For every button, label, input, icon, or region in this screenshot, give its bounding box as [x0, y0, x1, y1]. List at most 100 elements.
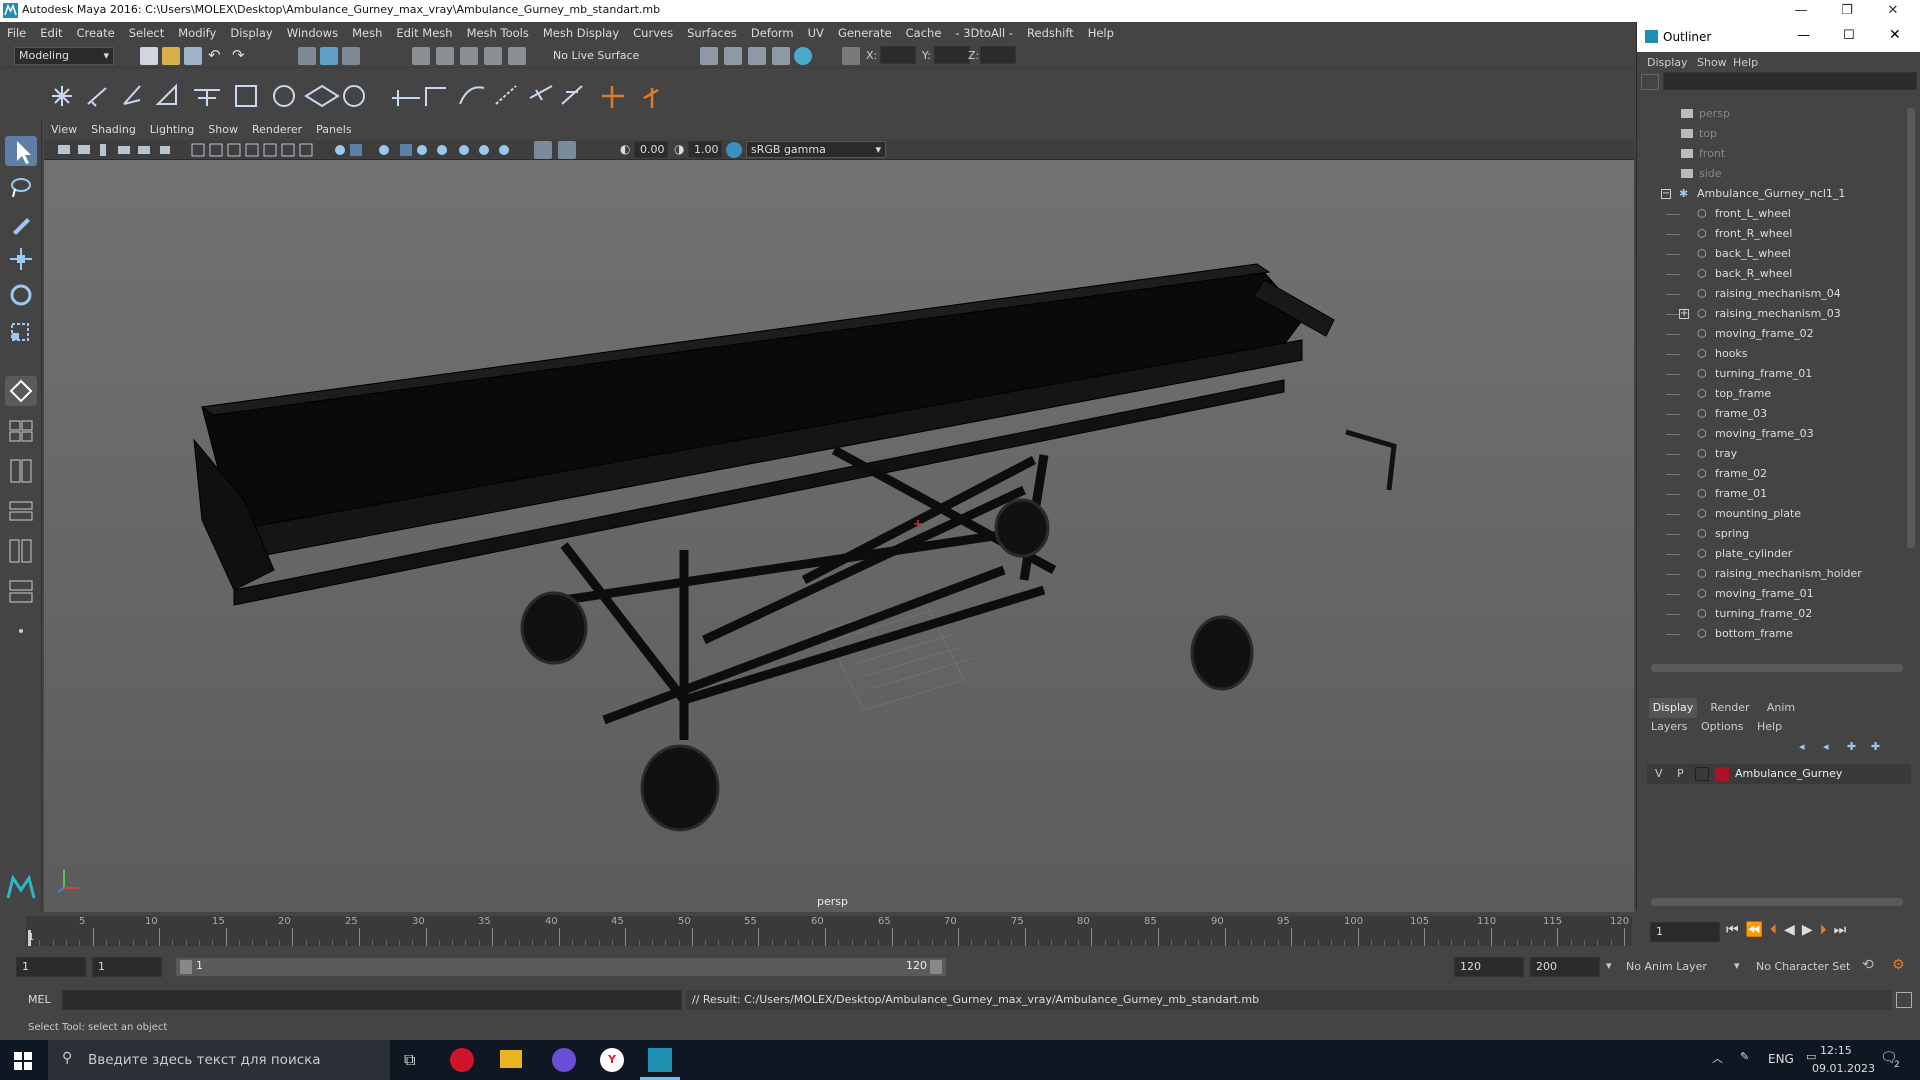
outliner-item-camera[interactable]: top — [1645, 124, 1907, 144]
color-management-icon[interactable] — [726, 142, 742, 158]
select-component-icon[interactable] — [342, 47, 360, 65]
move-layer-down-icon[interactable]: ◂ — [1823, 740, 1829, 753]
menu-mesh[interactable]: Mesh — [345, 22, 389, 44]
outliner-item[interactable]: ⬡ turning_frame_01 — [1645, 364, 1907, 384]
yandex-browser-icon[interactable]: Y — [600, 1048, 624, 1072]
save-scene-icon[interactable] — [184, 47, 202, 65]
ipr-render-icon[interactable] — [724, 47, 742, 65]
layout-graph-icon[interactable] — [5, 536, 37, 566]
hypershade-icon[interactable] — [772, 47, 790, 65]
tab-display[interactable]: Display — [1649, 698, 1697, 718]
step-forward-frame-icon[interactable]: ⏵ — [1820, 922, 1834, 938]
show-manipulator-icon[interactable] — [5, 376, 37, 406]
outliner-horizontal-scrollbar[interactable] — [1651, 664, 1903, 672]
layer-horizontal-scrollbar[interactable] — [1651, 898, 1903, 906]
outliner-item[interactable]: ⬡ turning_frame_02 — [1645, 604, 1907, 624]
render-settings-icon[interactable] — [748, 47, 766, 65]
outliner-filter-icon[interactable] — [1641, 74, 1659, 90]
collapse-icon[interactable]: − — [1661, 189, 1671, 199]
outliner-minimize-button[interactable]: — — [1797, 28, 1810, 43]
taskbar-search-box[interactable]: ⚲ Введите здесь текст для поиска — [48, 1040, 390, 1080]
move-tool-icon[interactable] — [5, 244, 37, 274]
step-back-frame-icon[interactable]: ⏴ — [1770, 922, 1784, 938]
outliner-item[interactable]: ⬡ top_frame — [1645, 384, 1907, 404]
menu-cache[interactable]: Cache — [899, 22, 949, 44]
outliner-item-root[interactable]: − ✱ Ambulance_Gurney_ncl1_1 — [1645, 184, 1907, 204]
outliner-item[interactable]: ⬡ frame_01 — [1645, 484, 1907, 504]
outliner-item[interactable]: ⬡ hooks — [1645, 344, 1907, 364]
outliner-item[interactable]: ⬡ back_R_wheel — [1645, 264, 1907, 284]
new-layer-icon[interactable]: ✚ — [1847, 740, 1856, 753]
snap-curve-icon[interactable] — [436, 47, 454, 65]
auto-key-icon[interactable]: ⟲ — [1862, 957, 1874, 973]
snap-surface-icon[interactable] — [508, 47, 526, 65]
outliner-item[interactable]: ⬡ tray — [1645, 444, 1907, 464]
restore-button[interactable]: ❐ — [1824, 0, 1870, 22]
minimize-button[interactable]: — — [1778, 0, 1824, 22]
outliner-menu-display[interactable]: Display — [1647, 56, 1688, 69]
outliner-item[interactable]: ⬡ screw_thread — [1645, 644, 1907, 646]
lasso-tool-icon[interactable] — [5, 172, 37, 202]
snap-point-icon[interactable] — [460, 47, 478, 65]
toolbox-collapse-icon[interactable] — [5, 620, 37, 642]
outliner-item[interactable]: ⬡ mounting_plate — [1645, 504, 1907, 524]
menu-edit-mesh[interactable]: Edit Mesh — [389, 22, 459, 44]
menu-edit[interactable]: Edit — [33, 22, 69, 44]
playback-start-field[interactable]: 1 — [92, 957, 162, 977]
panel-menu-renderer[interactable]: Renderer — [245, 120, 309, 140]
end-time-field[interactable]: 200 — [1530, 957, 1600, 977]
select-hierarchy-icon[interactable] — [298, 47, 316, 65]
live-surface-label[interactable]: No Live Surface — [553, 49, 639, 62]
outliner-item[interactable]: ⬡ frame_03 — [1645, 404, 1907, 424]
layers-menu-layers[interactable]: Layers — [1651, 720, 1687, 733]
outliner-item[interactable]: ⬡ frame_02 — [1645, 464, 1907, 484]
outliner-maximize-button[interactable]: ☐ — [1843, 28, 1855, 43]
move-layer-up-icon[interactable]: ◂ — [1799, 740, 1805, 753]
menu-mesh-display[interactable]: Mesh Display — [536, 22, 626, 44]
command-input[interactable] — [62, 990, 682, 1010]
layer-display-type[interactable] — [1695, 767, 1709, 781]
tab-render[interactable]: Render — [1707, 698, 1753, 718]
outliner-item-camera[interactable]: side — [1645, 164, 1907, 184]
task-view-icon[interactable]: ⧉ — [404, 1050, 415, 1070]
step-back-key-icon[interactable]: ⏪ — [1746, 922, 1770, 938]
go-to-end-icon[interactable]: ⏭ — [1834, 922, 1854, 938]
menu-display[interactable]: Display — [223, 22, 279, 44]
layer-playback-toggle[interactable]: P — [1677, 767, 1684, 780]
go-to-start-icon[interactable]: ⏮ — [1726, 922, 1746, 938]
outliner-search-input[interactable] — [1663, 72, 1917, 90]
select-object-icon[interactable] — [320, 47, 338, 65]
menu-mesh-tools[interactable]: Mesh Tools — [460, 22, 536, 44]
playback-end-field[interactable]: 120 — [1454, 957, 1524, 977]
layer-visibility-toggle[interactable]: V — [1655, 767, 1663, 780]
menu-uv[interactable]: UV — [801, 22, 831, 44]
select-tool-icon[interactable] — [5, 136, 37, 166]
expand-icon[interactable]: + — [1679, 309, 1689, 319]
panel-menu-panels[interactable]: Panels — [309, 120, 358, 140]
render-view-icon[interactable] — [794, 47, 812, 65]
layer-row[interactable]: V P Ambulance_Gurney — [1647, 764, 1911, 784]
rotate-tool-icon[interactable] — [5, 280, 37, 310]
windows-start-icon[interactable] — [14, 1052, 32, 1070]
xray-joints-icon[interactable] — [558, 141, 576, 159]
layout-four-view-icon[interactable] — [5, 416, 37, 446]
outliner-item-camera[interactable]: front — [1645, 144, 1907, 164]
current-frame-field[interactable]: 1 — [1650, 922, 1720, 942]
outliner-item[interactable]: ⬡ front_R_wheel — [1645, 224, 1907, 244]
clock-time[interactable]: 12:15 — [1820, 1044, 1852, 1057]
outliner-menu-help[interactable]: Help — [1733, 56, 1758, 69]
render-current-icon[interactable] — [700, 47, 718, 65]
menu-windows[interactable]: Windows — [280, 22, 345, 44]
panel-menu-shading[interactable]: Shading — [84, 120, 143, 140]
menu-3dtoall[interactable]: - 3DtoAll - — [948, 22, 1020, 44]
outliner-item[interactable]: ⬡ raising_mechanism_04 — [1645, 284, 1907, 304]
panel-menu-lighting[interactable]: Lighting — [143, 120, 201, 140]
play-back-icon[interactable]: ◀ — [1784, 922, 1802, 938]
layer-color-swatch[interactable] — [1715, 767, 1729, 781]
menu-surfaces[interactable]: Surfaces — [680, 22, 744, 44]
viewport-persp[interactable]: persp — [44, 160, 1634, 912]
tab-anim[interactable]: Anim — [1761, 698, 1801, 718]
color-space-dropdown[interactable]: sRGB gamma ▾ — [746, 141, 886, 158]
script-editor-icon[interactable] — [1896, 992, 1912, 1008]
z-field[interactable] — [980, 46, 1016, 64]
